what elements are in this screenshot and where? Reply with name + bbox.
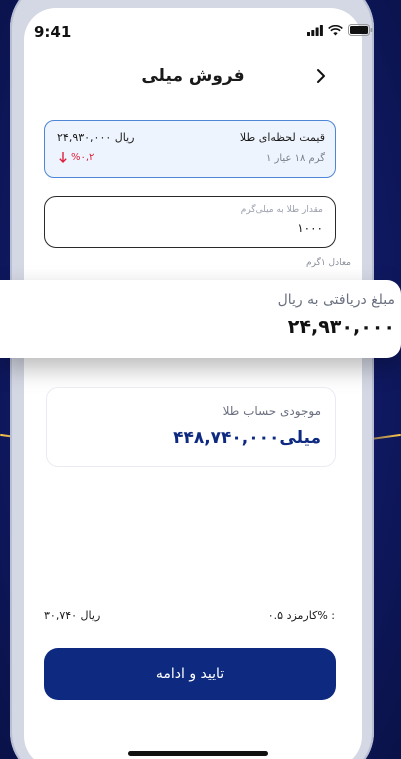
fee-value: ۳۰,۷۴۰ ریال [44, 609, 101, 622]
signal-icon [307, 24, 323, 36]
received-amount-title: مبلغ دریافتی به ریال [277, 292, 395, 308]
equivalent-weight: معادل ۱گرم [306, 258, 351, 268]
price-card-subtitle: ۱ گرم ۱۸ عیار [265, 153, 325, 164]
received-amount-value: ۲۴,۹۳۰,۰۰۰ [287, 316, 395, 338]
status-icons [307, 24, 373, 36]
status-time: 9:41 [34, 23, 72, 41]
fee-label: کارمزد ۰.۵% : [267, 609, 335, 622]
gold-balance-title: موجودی حساب طلا [222, 404, 321, 418]
wifi-icon [328, 24, 343, 35]
gold-balance-card: موجودی حساب طلا ۴۴۸,۷۴۰,۰۰۰میلی [46, 387, 336, 467]
amount-input-label: مقدار طلا به میلی‌گرم [240, 205, 323, 215]
arrow-down-icon [59, 152, 67, 163]
price-change: %۰,۲ [59, 152, 94, 163]
home-indicator [128, 751, 268, 756]
confirm-button[interactable]: تایید و ادامه [44, 648, 336, 700]
received-amount-card: مبلغ دریافتی به ریال ۲۴,۹۳۰,۰۰۰ [0, 280, 401, 358]
amount-input-value[interactable]: ۱۰۰۰ [297, 221, 323, 235]
price-value: ۲۴,۹۳۰,۰۰۰ ریال [57, 131, 135, 144]
gold-amount-input[interactable]: مقدار طلا به میلی‌گرم ۱۰۰۰ [44, 196, 336, 248]
chevron-right-icon [317, 69, 325, 83]
gold-price-card: قیمت لحظه‌ای طلا ۱ گرم ۱۸ عیار ۲۴,۹۳۰,۰۰… [44, 120, 336, 178]
page-title: فروش میلی [141, 66, 245, 86]
battery-icon [348, 24, 373, 36]
price-card-title: قیمت لحظه‌ای طلا [239, 131, 325, 144]
gold-balance-value: ۴۴۸,۷۴۰,۰۰۰میلی [173, 428, 321, 448]
price-change-value: %۰,۲ [71, 152, 95, 163]
back-button[interactable] [316, 68, 326, 88]
confirm-button-label: تایید و ادامه [155, 666, 225, 682]
